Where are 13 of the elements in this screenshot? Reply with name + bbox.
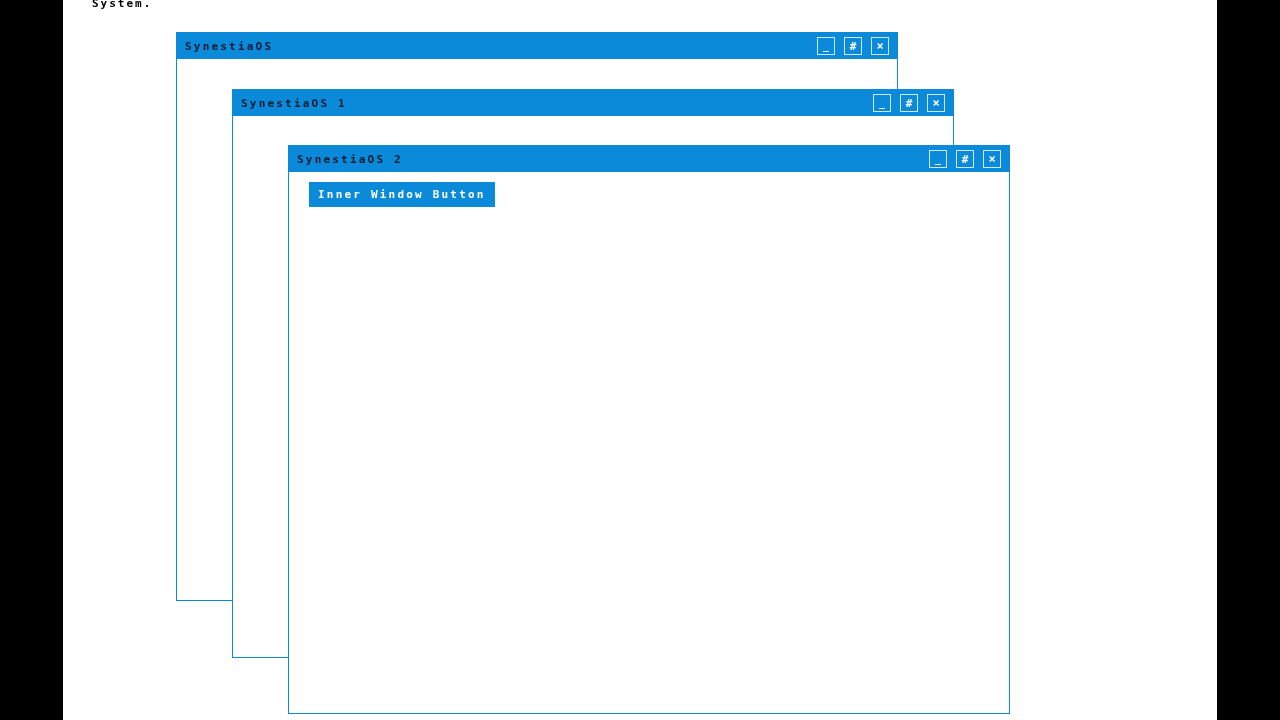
maximize-button[interactable]: # <box>844 37 862 55</box>
close-button[interactable]: × <box>927 94 945 112</box>
minimize-button[interactable]: _ <box>929 150 947 168</box>
maximize-button[interactable]: # <box>956 150 974 168</box>
close-button[interactable]: × <box>983 150 1001 168</box>
window-title: SynestiaOS <box>185 39 274 53</box>
maximize-button[interactable]: # <box>900 94 918 112</box>
inner-window-button[interactable]: Inner Window Button <box>309 182 495 207</box>
close-button[interactable]: × <box>871 37 889 55</box>
window-title: SynestiaOS 1 <box>241 96 347 110</box>
minimize-button[interactable]: _ <box>873 94 891 112</box>
minimize-button[interactable]: _ <box>817 37 835 55</box>
window-title: SynestiaOS 2 <box>297 152 403 166</box>
